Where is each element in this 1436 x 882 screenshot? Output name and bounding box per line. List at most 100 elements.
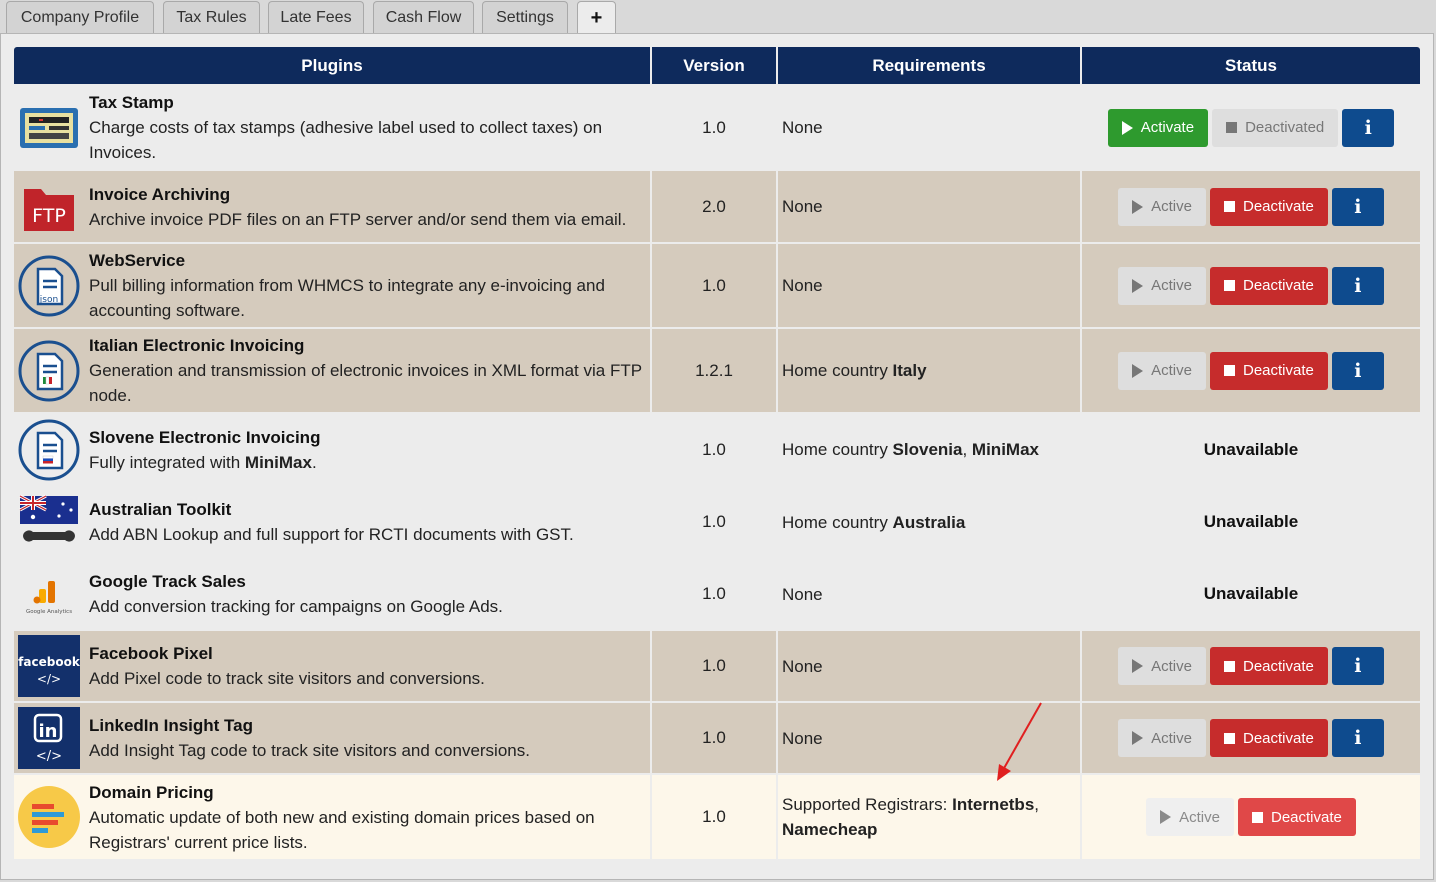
stop-icon [1223, 660, 1235, 672]
info-icon: i [1354, 727, 1362, 749]
play-icon [1132, 363, 1144, 378]
tax-stamp-icon [18, 97, 80, 159]
play-icon [1121, 120, 1133, 135]
slovenia-invoice-icon [18, 419, 80, 481]
deactivated-button: Deactivated [1212, 108, 1339, 147]
info-button[interactable]: i [1331, 647, 1384, 685]
status-unavailable: Unavailable [1203, 439, 1299, 459]
status-unavailable: Unavailable [1203, 512, 1299, 531]
active-button: Active [1118, 647, 1206, 685]
plugin-description: Fully integrated with MiniMax. [89, 452, 317, 472]
plugins-table: Plugins Version Requirements Status Tax … [12, 45, 1422, 861]
stop-icon [1251, 811, 1263, 823]
svg-text:Google Analytics: Google Analytics [26, 609, 72, 615]
plugin-name: LinkedIn Insight Tag [89, 716, 254, 735]
plugin-version: 1.0 [652, 86, 776, 169]
tab-settings[interactable]: Settings [482, 1, 568, 34]
plugin-name: Facebook Pixel [89, 644, 213, 663]
activate-button[interactable]: Activate [1107, 108, 1209, 147]
plugin-version: 1.2.1 [652, 329, 776, 412]
add-tab-button[interactable]: + [577, 1, 616, 35]
info-button[interactable]: i [1331, 187, 1384, 226]
ftp-folder-icon: FTP [18, 176, 80, 238]
plugin-description: Generation and transmission of electroni… [89, 361, 642, 405]
table-row: json WebService Pull billing information … [14, 244, 1420, 327]
info-button[interactable]: i [1342, 108, 1395, 147]
plugin-name: Google Track Sales [89, 572, 246, 591]
stop-icon [1226, 122, 1238, 133]
domain-pricing-icon [18, 786, 80, 848]
plugin-description: Add ABN Lookup and full support for RCTI… [89, 525, 574, 544]
info-button[interactable]: i [1331, 719, 1384, 757]
header-status: Status [1082, 47, 1420, 84]
active-button: Active [1118, 187, 1206, 226]
info-button[interactable]: i [1331, 266, 1384, 305]
plugin-version: 1.0 [652, 559, 776, 629]
stop-icon [1223, 365, 1235, 376]
plugin-description: Add Insight Tag code to track site visit… [89, 741, 530, 760]
deactivate-button[interactable]: Deactivate [1209, 266, 1328, 305]
plugin-name: Italian Electronic Invoicing [89, 336, 305, 355]
tab-bar: Company Profile Tax Rules Late Fees Cash… [0, 0, 1436, 35]
header-plugins: Plugins [14, 47, 650, 84]
table-row: Italian Electronic Invoicing Generation a… [14, 329, 1420, 412]
plugin-name: Australian Toolkit [89, 500, 232, 519]
status-unavailable: Unavailable [1203, 584, 1299, 603]
stop-icon [1223, 201, 1235, 212]
plugin-version: 1.0 [652, 703, 776, 773]
plugin-requirements: None [778, 559, 1080, 629]
plugin-name: WebService [89, 251, 186, 270]
tab-tax-rules[interactable]: Tax Rules [163, 1, 260, 34]
json-document-icon: json [18, 255, 80, 317]
table-row: FTP Invoice Archiving Archive invoice PDF… [14, 171, 1420, 242]
info-icon: i [1354, 655, 1362, 677]
plugin-version: 1.0 [652, 414, 776, 485]
plugin-requirements: Home country Italy [778, 329, 1080, 412]
plugin-requirements: None [778, 171, 1080, 242]
australia-wrench-icon [18, 491, 80, 553]
deactivate-button[interactable]: Deactivate [1209, 647, 1328, 685]
plugin-name: Tax Stamp [89, 93, 174, 112]
deactivate-button[interactable]: Deactivate [1209, 351, 1328, 390]
deactivate-button[interactable]: Deactivate [1237, 798, 1356, 836]
plugin-version: 1.0 [652, 631, 776, 701]
plugin-requirements: Home country Slovenia, MiniMax [778, 414, 1080, 485]
deactivate-button[interactable]: Deactivate [1209, 719, 1328, 757]
deactivate-button[interactable]: Deactivate [1209, 187, 1328, 226]
active-button: Active [1146, 798, 1234, 836]
plugin-description: Pull billing information from WHMCS to i… [89, 276, 605, 320]
svg-text:</>: </> [37, 672, 61, 686]
tab-company-profile[interactable]: Company Profile [6, 1, 154, 34]
plugin-description: Archive invoice PDF files on an FTP serv… [89, 209, 627, 229]
plugin-description: Charge costs of tax stamps (adhesive lab… [89, 118, 603, 162]
plugin-description: Automatic update of both new and existin… [89, 807, 595, 852]
svg-text:FTP: FTP [32, 205, 66, 227]
tab-cash-flow[interactable]: Cash Flow [373, 1, 474, 34]
plugin-name: Slovene Electronic Invoicing [89, 427, 321, 447]
header-version: Version [652, 47, 776, 84]
table-row: Australian Toolkit Add ABN Lookup and ful… [14, 487, 1420, 557]
plugin-requirements: None [778, 244, 1080, 327]
table-row: Slovene Electronic Invoicing Fully integr… [14, 414, 1420, 485]
tab-late-fees[interactable]: Late Fees [268, 1, 364, 34]
svg-text:json: json [39, 295, 58, 305]
plugin-requirements: None [778, 703, 1080, 773]
linkedin-code-icon: in </> [18, 707, 80, 769]
play-icon [1132, 659, 1144, 673]
plugin-version: 1.0 [652, 775, 776, 859]
info-button[interactable]: i [1331, 351, 1384, 390]
play-icon [1132, 199, 1144, 214]
plugin-version: 1.0 [652, 244, 776, 327]
table-row: facebook </> Facebook Pixel Add Pixel code… [14, 631, 1420, 701]
plugin-requirements: None [778, 631, 1080, 701]
svg-text:facebook: facebook [18, 655, 80, 669]
plugin-description: Add conversion tracking for campaigns on… [89, 597, 503, 616]
active-button: Active [1118, 719, 1206, 757]
plugin-version: 2.0 [652, 171, 776, 242]
italy-invoice-icon [18, 340, 80, 402]
plugin-requirements: None [778, 86, 1080, 169]
table-row: Domain Pricing Automatic update of both n… [14, 775, 1420, 859]
plugin-requirements: Home country Australia [778, 487, 1080, 557]
table-row: Tax Stamp Charge costs of tax stamps (adh… [14, 86, 1420, 169]
active-button: Active [1118, 266, 1206, 305]
